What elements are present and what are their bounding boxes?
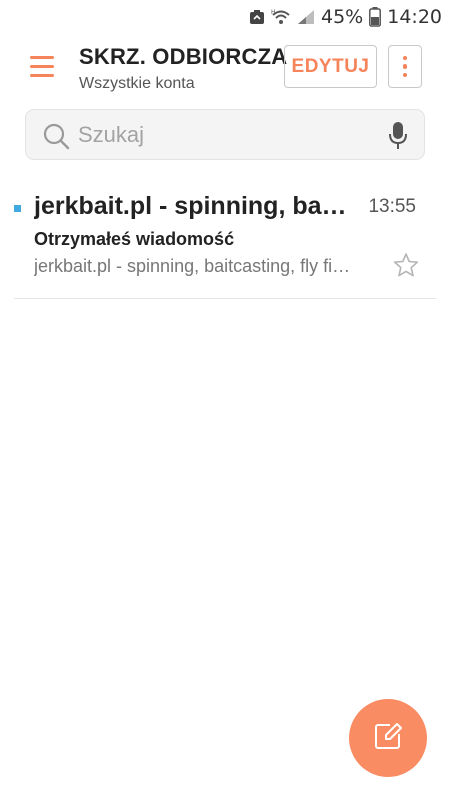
compose-button[interactable] bbox=[349, 699, 427, 777]
mail-list-item[interactable]: jerkbait.pl - spinning, baitcasting, fly… bbox=[14, 188, 436, 300]
mail-time: 13:55 bbox=[368, 196, 416, 217]
wifi-icon: H bbox=[271, 8, 291, 26]
search-icon bbox=[42, 122, 70, 155]
compose-icon bbox=[372, 720, 404, 757]
app-header: SKRZ. ODBIORCZA Wszystkie konta EDYTUJ bbox=[0, 34, 450, 106]
status-bar: H 45% 14:20 bbox=[0, 0, 450, 34]
star-icon[interactable] bbox=[393, 252, 419, 283]
svg-text:H: H bbox=[271, 9, 276, 16]
recycle-icon bbox=[249, 9, 265, 25]
edit-button[interactable]: EDYTUJ bbox=[284, 45, 377, 88]
mail-preview: jerkbait.pl - spinning, baitcasting, fly… bbox=[34, 256, 356, 276]
account-subtitle: Wszystkie konta bbox=[79, 75, 195, 92]
list-divider bbox=[14, 298, 436, 299]
mail-subject: Otrzymałeś wiadomość bbox=[34, 229, 235, 249]
more-options-icon[interactable] bbox=[388, 45, 422, 88]
signal-icon bbox=[297, 9, 315, 25]
status-time: 14:20 bbox=[387, 6, 442, 28]
unread-indicator bbox=[14, 205, 21, 212]
search-input[interactable] bbox=[78, 120, 378, 150]
page-title: SKRZ. ODBIORCZA bbox=[79, 44, 288, 69]
search-bar[interactable] bbox=[25, 109, 425, 160]
menu-icon[interactable] bbox=[30, 54, 56, 80]
microphone-icon[interactable] bbox=[388, 121, 408, 156]
mail-sender: jerkbait.pl - spinning, baitcasting, fly… bbox=[34, 192, 352, 220]
battery-percent: 45% bbox=[321, 6, 364, 28]
battery-icon bbox=[369, 7, 382, 27]
